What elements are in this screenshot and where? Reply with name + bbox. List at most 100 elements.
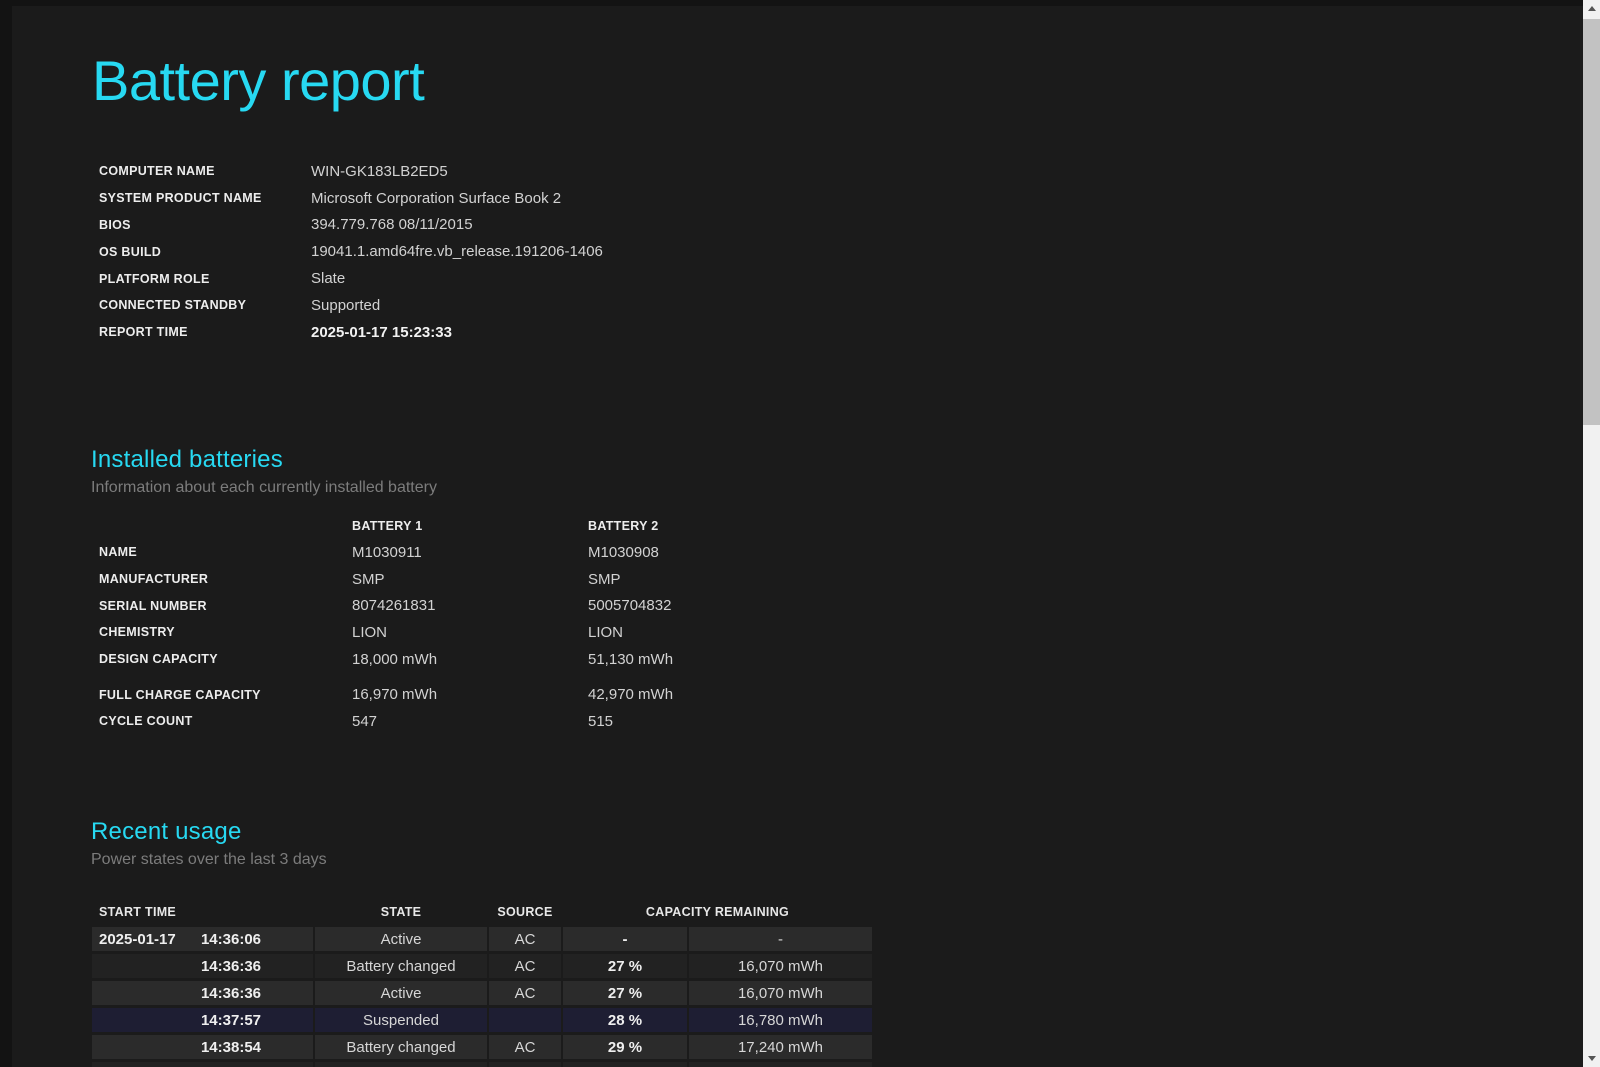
mwh-cell: 16,070 mWh — [689, 981, 872, 1005]
info-row: OS BUILD 19041.1.amd64fre.vb_release.191… — [92, 238, 603, 265]
source-cell: AC — [489, 1035, 561, 1059]
state-cell: Suspended — [315, 1008, 487, 1032]
percent-cell: 27 % — [563, 981, 687, 1005]
battery-row-label: SERIAL NUMBER — [99, 598, 207, 613]
info-label: OS BUILD — [99, 244, 162, 259]
mwh-cell: - — [689, 927, 872, 951]
page-edge-left — [0, 0, 12, 1067]
info-row: SYSTEM PRODUCT NAME Microsoft Corporatio… — [92, 185, 603, 212]
time-text: 14:36:36 — [200, 984, 261, 1002]
vertical-scrollbar[interactable] — [1583, 0, 1600, 1067]
time-text: 14:36:06 — [200, 930, 261, 948]
source-cell — [489, 1008, 561, 1032]
info-row: COMPUTER NAME WIN-GK183LB2ED5 — [92, 158, 603, 185]
battery-row: DESIGN CAPACITY 18,000 mWh 51,130 mWh — [92, 646, 824, 673]
state-col-header: STATE — [380, 905, 422, 919]
battery1-value: SMP — [352, 570, 385, 588]
installed-batteries-section-head: Installed batteries Information about ea… — [91, 446, 437, 497]
info-value: 394.779.768 08/11/2015 — [311, 216, 473, 234]
battery2-col-header: BATTERY 2 — [588, 518, 659, 533]
battery2-value: 515 — [588, 712, 614, 730]
start-time-cell: 14:36:36 — [92, 981, 313, 1005]
percent-cell: 27 % — [563, 954, 687, 978]
battery2-value: 51,130 mWh — [588, 650, 674, 668]
battery-table-spacer — [92, 672, 824, 681]
date-text: 2025-01-17 — [99, 930, 176, 948]
source-col-header: SOURCE — [497, 905, 553, 919]
battery2-value: SMP — [588, 570, 621, 588]
percent-cell — [563, 1062, 687, 1067]
table-row: 14:36:36 Battery changed AC 27 % 16,070 … — [92, 954, 872, 978]
info-label: CONNECTED STANDBY — [99, 298, 247, 313]
table-row-suspended: 14:37:57 Suspended 28 % 16,780 mWh — [92, 1008, 872, 1032]
info-label: PLATFORM ROLE — [99, 271, 210, 286]
battery2-value: 42,970 mWh — [588, 686, 674, 704]
battery2-value: 5005704832 — [588, 597, 672, 615]
info-value: WIN-GK183LB2ED5 — [311, 162, 448, 180]
info-label: BIOS — [99, 217, 131, 232]
percent-cell: 28 % — [563, 1008, 687, 1032]
source-cell: AC — [489, 954, 561, 978]
installed-batteries-subtitle: Information about each currently install… — [91, 479, 437, 496]
recent-usage-heading: Recent usage — [91, 818, 242, 845]
usage-table-header: START TIME STATE SOURCE CAPACITY REMAINI… — [92, 903, 872, 921]
info-row: CONNECTED STANDBY Supported — [92, 292, 603, 319]
recent-usage-table: START TIME STATE SOURCE CAPACITY REMAINI… — [92, 903, 872, 1067]
battery-row-label: CYCLE COUNT — [99, 714, 193, 729]
state-cell — [315, 1062, 487, 1067]
source-cell: AC — [489, 927, 561, 951]
page-edge-top — [0, 0, 1583, 6]
system-info-table: COMPUTER NAME WIN-GK183LB2ED5 SYSTEM PRO… — [92, 158, 603, 346]
state-cell: Active — [315, 927, 487, 951]
battery2-value: LION — [588, 623, 624, 641]
battery-row-label: NAME — [99, 545, 138, 560]
percent-cell: 29 % — [563, 1035, 687, 1059]
start-time-cell: 14:36:36 — [92, 954, 313, 978]
battery-row: FULL CHARGE CAPACITY 16,970 mWh 42,970 m… — [92, 681, 824, 708]
scrollbar-down-button[interactable] — [1583, 1050, 1600, 1067]
percent-cell: - — [563, 927, 687, 951]
state-cell: Battery changed — [315, 954, 487, 978]
battery-row-label: DESIGN CAPACITY — [99, 652, 218, 667]
scrollbar-thumb[interactable] — [1583, 19, 1600, 425]
battery-row: NAME M1030911 M1030908 — [92, 539, 824, 566]
source-cell — [489, 1062, 561, 1067]
capacity-col-header: CAPACITY REMAINING — [645, 905, 790, 919]
battery1-value: LION — [352, 623, 388, 641]
battery1-col-header: BATTERY 1 — [352, 518, 423, 533]
state-cell: Battery changed — [315, 1035, 487, 1059]
table-row: 2025-01-17 14:36:06 Active AC - - — [92, 927, 872, 951]
start-time-cell: 14:37:57 — [92, 1008, 313, 1032]
scrollbar-up-button[interactable] — [1583, 0, 1600, 17]
time-text: 14:36:36 — [200, 957, 261, 975]
info-row: REPORT TIME 2025-01-17 15:23:33 — [92, 319, 603, 346]
battery-row: CYCLE COUNT 547 515 — [92, 708, 824, 735]
installed-batteries-table: BATTERY 1 BATTERY 2 NAME M1030911 M10309… — [92, 512, 824, 735]
info-value: Slate — [311, 270, 346, 288]
battery1-value: 18,000 mWh — [352, 650, 438, 668]
info-value: Microsoft Corporation Surface Book 2 — [311, 189, 562, 207]
battery1-value: 16,970 mWh — [352, 686, 438, 704]
chevron-down-icon — [1587, 1056, 1596, 1061]
battery-row-label: CHEMISTRY — [99, 625, 175, 640]
time-text: 14:38:54 — [200, 1038, 261, 1056]
recent-usage-subtitle: Power states over the last 3 days — [91, 851, 327, 868]
battery1-value: 547 — [352, 712, 378, 730]
battery-row-label: FULL CHARGE CAPACITY — [99, 687, 261, 702]
start-time-cell: 14:38:54 — [92, 1035, 313, 1059]
mwh-cell: 17,240 mWh — [689, 1035, 872, 1059]
battery-table-header: BATTERY 1 BATTERY 2 — [92, 512, 824, 539]
battery-row-label: MANUFACTURER — [99, 572, 209, 587]
info-row: BIOS 394.779.768 08/11/2015 — [92, 212, 603, 239]
table-row-partial — [92, 1062, 872, 1067]
installed-batteries-heading: Installed batteries — [91, 446, 283, 473]
info-label: SYSTEM PRODUCT NAME — [99, 191, 262, 206]
page-title: Battery report — [92, 49, 425, 112]
time-text: 14:37:57 — [200, 1011, 261, 1029]
start-time-cell: 2025-01-17 14:36:06 — [92, 927, 313, 951]
chevron-up-icon — [1587, 6, 1596, 11]
info-label: REPORT TIME — [99, 325, 188, 340]
battery2-value: M1030908 — [588, 543, 659, 561]
info-value: 19041.1.amd64fre.vb_release.191206-1406 — [311, 243, 603, 261]
mwh-cell — [689, 1062, 872, 1067]
